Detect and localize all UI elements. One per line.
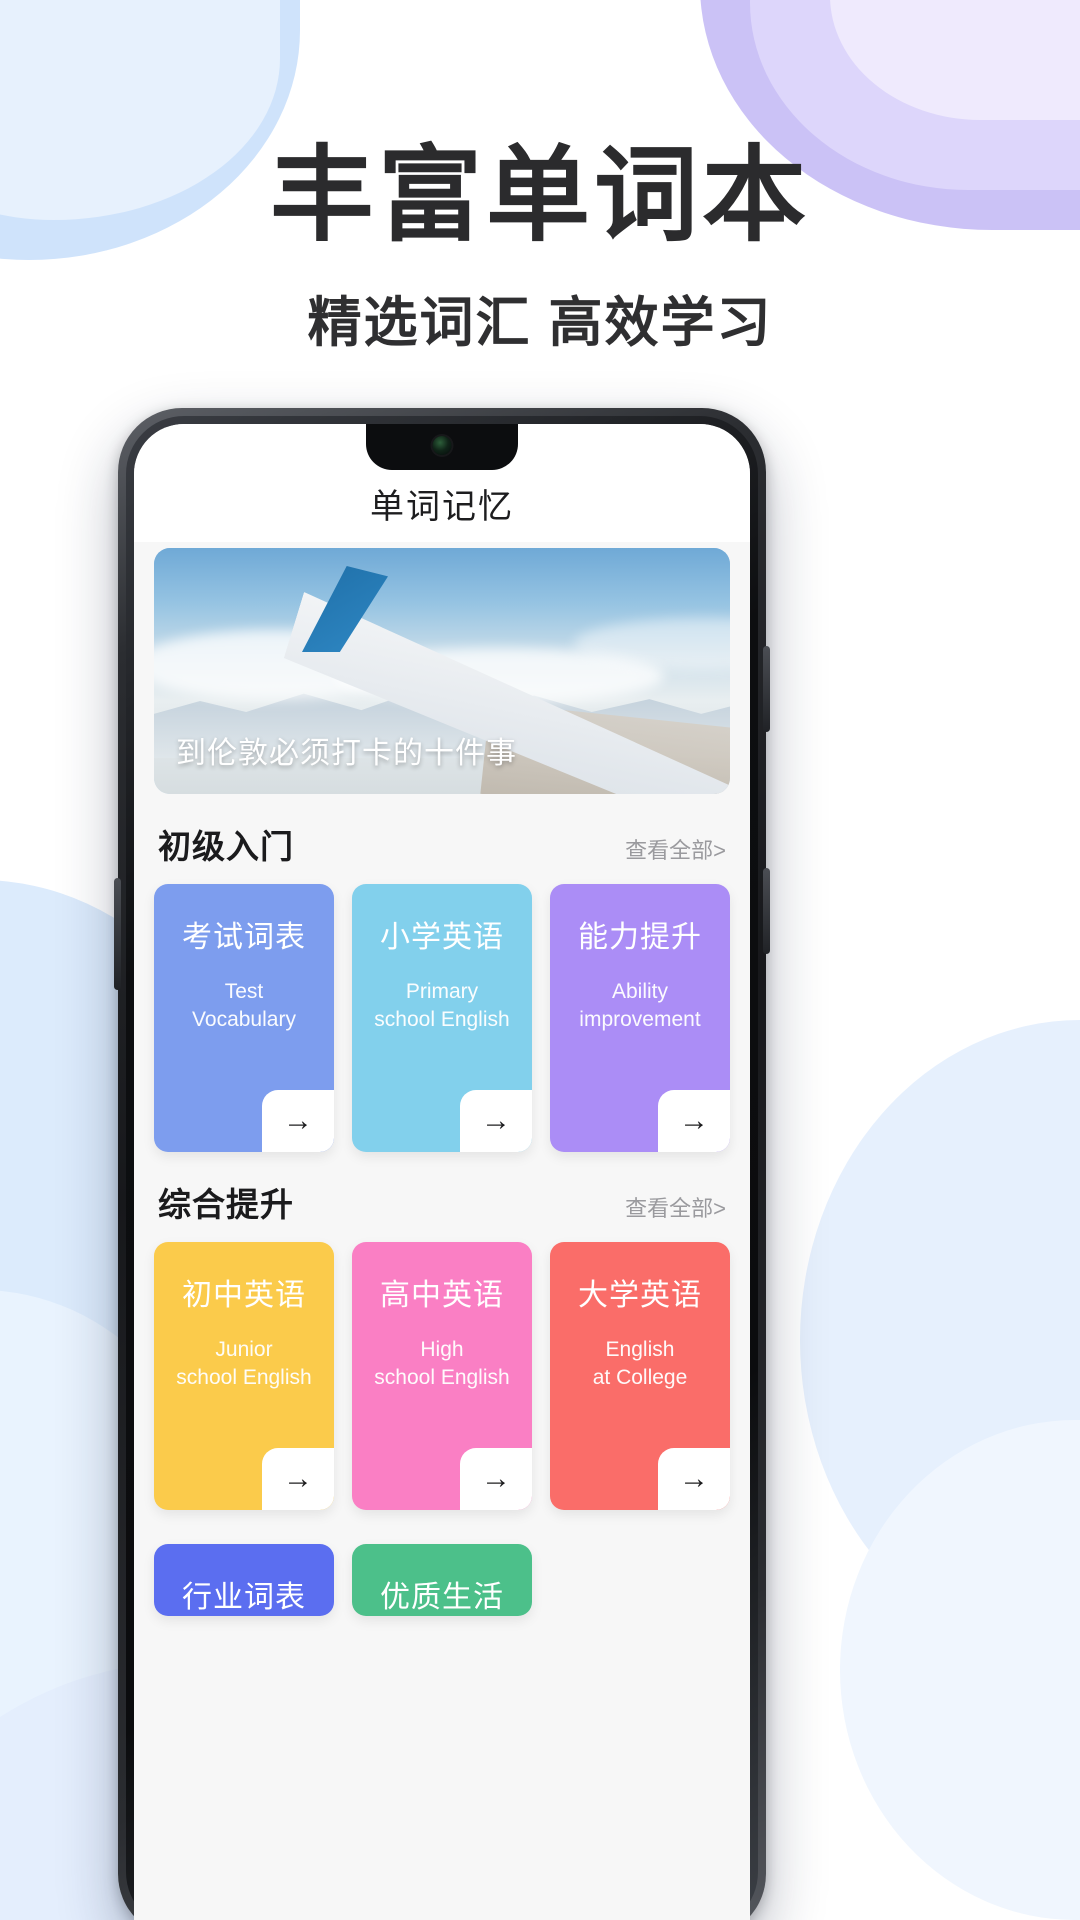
category-card[interactable]: 小学英语 Primary school English → [352,884,532,1152]
phone-mockup: 单词记忆 到伦敦必须打卡的十件事 初级入门 查看全部> 考试词表 Test Vo… [114,408,770,1920]
category-card[interactable]: 能力提升 Ability improvement → [550,884,730,1152]
view-all-link[interactable]: 查看全部> [625,833,726,865]
hero-banner[interactable]: 到伦敦必须打卡的十件事 [154,548,730,794]
card-title-cn: 能力提升 [578,921,702,954]
card-title-en: Ability improvement [579,980,701,1032]
card-title-cn: 优质生活 [380,1581,504,1614]
card-grid-partial: 行业词表 优质生活 [154,1544,730,1616]
card-title-en: English at College [592,1338,688,1390]
arrow-right-icon[interactable]: → [262,1090,334,1152]
promo-subheadline: 精选词汇 高效学习 [307,293,773,354]
section-title: 综合提升 [158,1186,294,1223]
promo-headline: 丰富单词本 [269,138,810,254]
arrow-right-icon[interactable]: → [262,1448,334,1510]
view-all-link[interactable]: 查看全部> [625,1191,726,1223]
card-grid-beginner: 考试词表 Test Vocabulary → 小学英语 Primary school… [154,884,730,1152]
card-title-cn: 小学英语 [380,921,504,954]
card-title-en: High school English [374,1338,510,1390]
card-title-en: Test Vocabulary [192,980,296,1032]
card-title-cn: 大学英语 [578,1279,702,1312]
card-grid-comprehensive: 初中英语 Junior school English → 高中英语 High sch… [154,1242,730,1510]
phone-power-button[interactable] [114,878,121,990]
phone-notch [366,424,518,470]
section-title: 初级入门 [158,828,294,865]
phone-screen: 单词记忆 到伦敦必须打卡的十件事 初级入门 查看全部> 考试词表 Test Vo… [134,424,750,1920]
promo-text-block: 丰富单词本 精选词汇 高效学习 [0,140,1080,357]
card-title-en: Junior school English [176,1338,312,1390]
card-title-en: Primary school English [374,980,510,1032]
app-content: 到伦敦必须打卡的十件事 初级入门 查看全部> 考试词表 Test Vocabula… [134,548,750,1616]
section-header-comprehensive: 综合提升 查看全部> [154,1152,730,1242]
promo-screenshot: 丰富单词本 精选词汇 高效学习 单词记忆 到伦敦必须打卡的十件事 初级入门 查看… [0,0,1080,1920]
section-header-beginner: 初级入门 查看全部> [154,794,730,884]
front-camera-icon [432,436,452,455]
phone-volume-up-button[interactable] [763,646,770,732]
card-title-cn: 行业词表 [182,1581,306,1614]
arrow-right-icon[interactable]: → [658,1090,730,1152]
arrow-right-icon[interactable]: → [460,1448,532,1510]
phone-volume-down-button[interactable] [763,868,770,954]
category-card[interactable]: 初中英语 Junior school English → [154,1242,334,1510]
category-card[interactable]: 高中英语 High school English → [352,1242,532,1510]
card-title-cn: 考试词表 [182,921,306,954]
category-card[interactable]: 行业词表 [154,1544,334,1616]
card-title-cn: 初中英语 [182,1279,306,1312]
card-title-cn: 高中英语 [380,1279,504,1312]
category-card[interactable]: 大学英语 English at College → [550,1242,730,1510]
category-card[interactable]: 考试词表 Test Vocabulary → [154,884,334,1152]
banner-caption: 到伦敦必须打卡的十件事 [176,737,517,770]
arrow-right-icon[interactable]: → [460,1090,532,1152]
page-title: 单词记忆 [370,488,514,526]
arrow-right-icon[interactable]: → [658,1448,730,1510]
category-card[interactable]: 优质生活 [352,1544,532,1616]
